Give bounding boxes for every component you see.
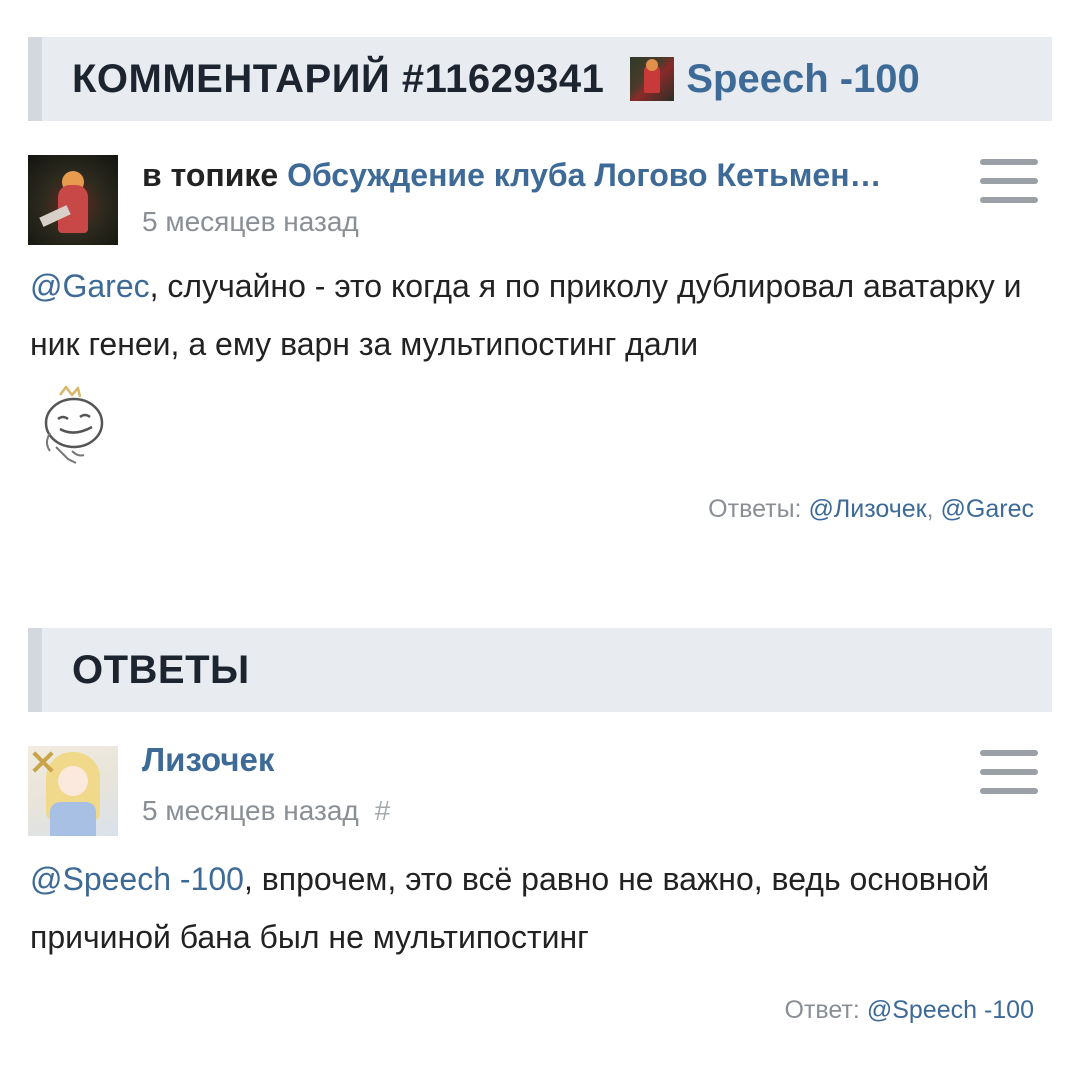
reply-to-label: Ответ: xyxy=(784,996,860,1024)
reply-link-lizochek[interactable]: @Лизочек xyxy=(808,495,926,523)
reply-time[interactable]: 5 месяцев назад xyxy=(142,795,359,826)
comment-replies: Ответы: @Лизочек, @Garec xyxy=(708,495,1034,524)
comment-meta: в топике Обсуждение клуба Логово Кетьмен… xyxy=(142,155,942,239)
reply-to-line: Ответ: @Speech -100 xyxy=(785,996,1034,1025)
replies-label: Ответы: xyxy=(708,495,802,523)
answers-header: ОТВЕТЫ xyxy=(28,628,1052,712)
reply-text: @Speech -100, впрочем, это всё равно не … xyxy=(30,850,1040,966)
answers-title: ОТВЕТЫ xyxy=(72,647,250,692)
reply-meta: Лизочек 5 месяцев назад # xyxy=(142,740,390,828)
reply-time-line: 5 месяцев назад # xyxy=(142,794,390,828)
reply-comment: Лизочек 5 месяцев назад # @Speech -100, в… xyxy=(28,741,1052,1046)
comment-body: , случайно - это когда я по приколу дубл… xyxy=(30,268,1022,362)
header-author-link[interactable]: Speech -100 xyxy=(630,57,920,102)
header-author-avatar[interactable] xyxy=(630,57,675,101)
topic-link[interactable]: Обсуждение клуба Логово Кетьмен… xyxy=(287,157,881,193)
comment-text: @Garec, случайно - это когда я по прикол… xyxy=(30,257,1040,373)
smiley-emoticon-icon xyxy=(44,385,104,464)
reply-to-link[interactable]: @Speech -100 xyxy=(867,996,1034,1024)
comment-header: КОММЕНТАРИЙ #11629341 Speech -100 xyxy=(28,37,1052,121)
comment-mention-link[interactable]: @Garec xyxy=(30,268,150,304)
comment-title: КОММЕНТАРИЙ #11629341 xyxy=(72,56,605,101)
topic-line: в топике Обсуждение клуба Логово Кетьмен… xyxy=(142,155,942,195)
header-author-name[interactable]: Speech -100 xyxy=(686,57,919,102)
reply-author-name[interactable]: Лизочек xyxy=(142,740,390,780)
reply-link-garec[interactable]: @Garec xyxy=(941,495,1034,523)
reply-mention-link[interactable]: @Speech -100 xyxy=(30,861,244,897)
comment-time[interactable]: 5 месяцев назад xyxy=(142,205,942,239)
topic-prefix: в топике xyxy=(142,157,279,193)
reply-author-avatar[interactable] xyxy=(28,746,118,836)
main-comment: в топике Обсуждение клуба Логово Кетьмен… xyxy=(28,155,1052,555)
replies-separator: , xyxy=(926,495,934,523)
comment-menu-icon[interactable] xyxy=(980,159,1038,203)
reply-permalink[interactable]: # xyxy=(375,795,391,826)
reply-menu-icon[interactable] xyxy=(980,750,1038,794)
comment-author-avatar[interactable] xyxy=(28,155,118,245)
